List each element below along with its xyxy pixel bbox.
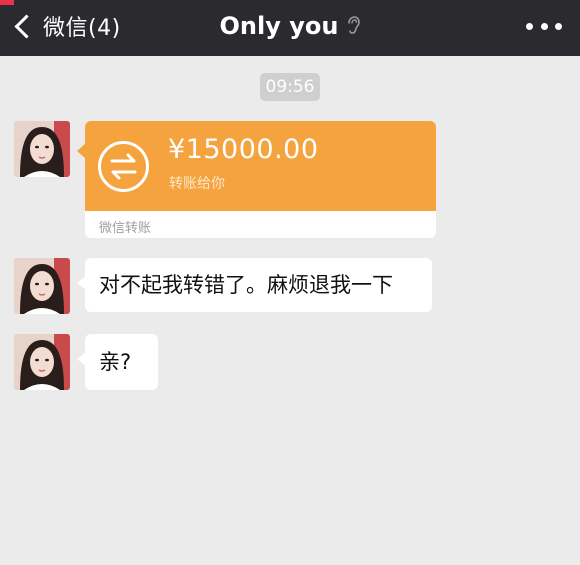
message-bubble[interactable]: 对不起我转错了。麻烦退我一下 — [77, 258, 432, 312]
transfer-arrows-icon — [98, 141, 149, 192]
message-text: 亲? — [99, 350, 132, 374]
bubble-tail — [77, 352, 86, 366]
transfer-amount: ¥15000.00 — [168, 134, 319, 165]
more-icon-dot — [555, 22, 562, 30]
contact-avatar[interactable] — [14, 334, 70, 390]
more-icon-dot — [526, 22, 533, 30]
chat-title: Only you — [219, 12, 339, 40]
title-wrap: Only you — [0, 8, 580, 44]
transfer-card[interactable]: ¥15000.00 转账给你 微信转账 — [77, 121, 436, 238]
avatar-image — [14, 121, 70, 177]
contact-avatar[interactable] — [14, 121, 70, 177]
transfer-note: 转账给你 — [169, 176, 225, 192]
corner-mark — [0, 0, 14, 5]
transfer-footer-label: 微信转账 — [99, 221, 152, 236]
avatar-image — [14, 334, 70, 390]
bubble-tail — [77, 143, 86, 159]
message-bubble[interactable]: 亲? — [77, 334, 158, 390]
bubble-tail — [77, 276, 86, 290]
ear-icon — [348, 16, 361, 34]
message-text: 对不起我转错了。麻烦退我一下 — [99, 273, 393, 297]
more-button[interactable] — [526, 16, 562, 36]
timestamp-badge: 09:56 — [260, 73, 320, 101]
contact-avatar[interactable] — [14, 258, 70, 314]
more-icon-dot — [540, 22, 548, 30]
avatar-image — [14, 258, 70, 314]
chat-screen: 微信(4) Only you 09:56 ¥15000.00 转账给你 微信转账… — [0, 0, 580, 565]
chat-header: 微信(4) Only you — [0, 0, 580, 56]
